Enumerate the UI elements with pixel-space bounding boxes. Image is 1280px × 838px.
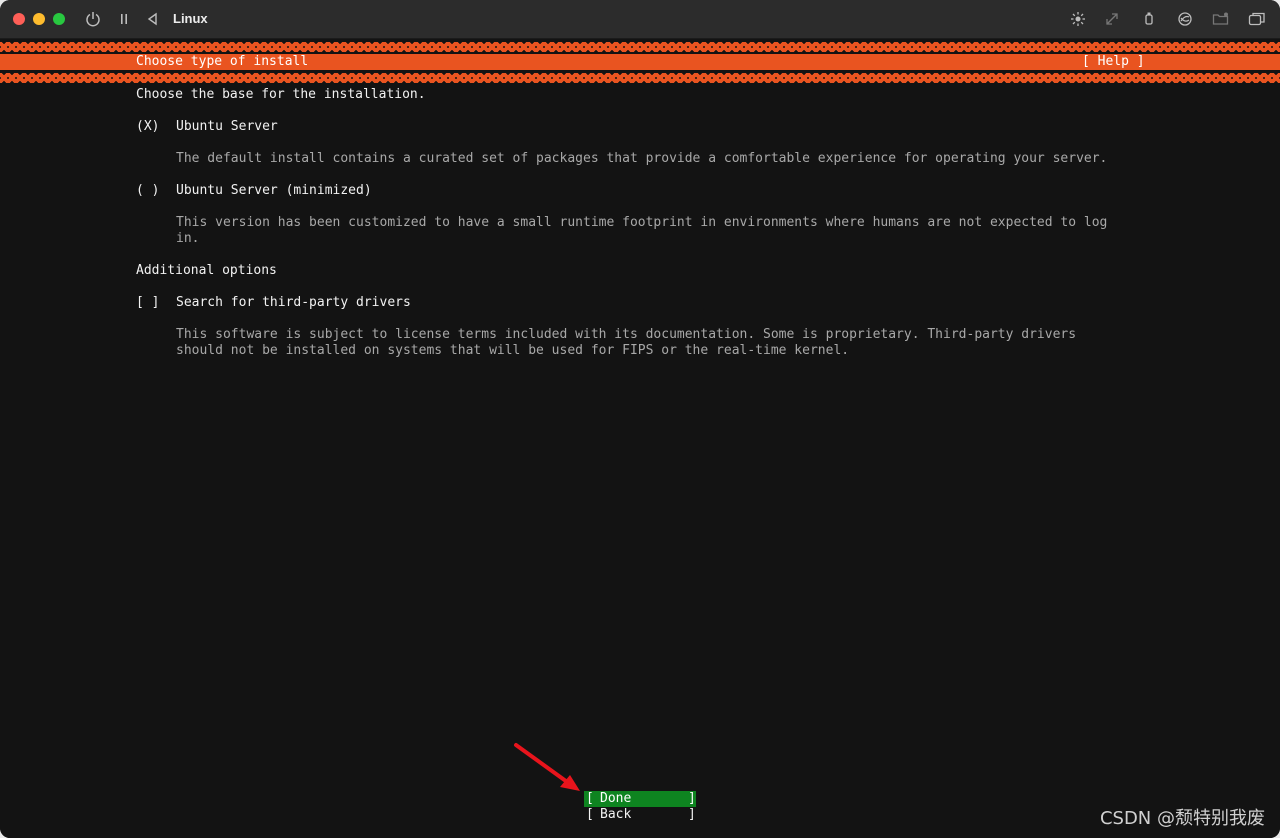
done-label: Done [600, 791, 632, 806]
radio-ubuntu-server[interactable]: (X) [136, 119, 159, 135]
option-label-ubuntu-server[interactable]: Ubuntu Server [176, 119, 278, 135]
done-button[interactable]: [ Done ] [584, 791, 696, 807]
power-icon[interactable] [82, 8, 104, 30]
title-bar: Linux [0, 0, 1280, 39]
resize-icon[interactable] [1101, 8, 1123, 30]
close-window-button[interactable] [13, 13, 25, 25]
checkbox-third-party-drivers[interactable]: [ ] [136, 295, 159, 311]
windows-icon[interactable] [1246, 8, 1268, 30]
window-title: Linux [173, 11, 208, 26]
installer-terminal: Choose type of install [ Help ] Choose t… [0, 39, 1280, 838]
option-description-minimized-line-1: This version has been customized to have… [176, 215, 1108, 230]
option-description-minimized-line-2: in. [176, 231, 200, 246]
maximize-window-button[interactable] [53, 13, 65, 25]
third-party-description-line-2: should not be installed on systems that … [176, 343, 850, 358]
back-right-bracket: ] [688, 807, 696, 822]
option-label-ubuntu-server-minimized[interactable]: Ubuntu Server (minimized) [176, 183, 372, 199]
top-diamond-border [0, 42, 1280, 52]
back-left-bracket: [ [586, 807, 594, 822]
additional-options-heading: Additional options [136, 263, 277, 278]
done-right-bracket: ] [688, 791, 696, 806]
brightness-icon[interactable] [1067, 8, 1089, 30]
watermark-text: CSDN @颓特别我废 [1099, 808, 1265, 829]
checkbox-label-third-party-drivers[interactable]: Search for third-party drivers [176, 295, 411, 311]
option-description-ubuntu-server: The default install contains a curated s… [176, 151, 1108, 166]
minimize-window-button[interactable] [33, 13, 45, 25]
back-label: Back [600, 807, 632, 822]
red-arrow-annotation-icon [514, 743, 580, 791]
network-icon[interactable] [1174, 8, 1196, 30]
intro-text: Choose the base for the installation. [136, 87, 426, 102]
shared-folder-icon[interactable] [1210, 8, 1232, 30]
help-button[interactable]: [ Help ] [1082, 54, 1145, 70]
vm-window: Linux Choose type of install [ Help ] Ch… [0, 0, 1280, 838]
third-party-description-line-1: This software is subject to license term… [176, 327, 1077, 342]
back-button[interactable]: [ Back ] [584, 807, 696, 823]
page-title: Choose type of install [136, 54, 309, 69]
back-triangle-icon[interactable] [142, 8, 164, 30]
radio-ubuntu-server-minimized[interactable]: ( ) [136, 183, 159, 199]
usb-icon[interactable] [1138, 8, 1160, 30]
pause-icon[interactable] [113, 8, 135, 30]
bottom-diamond-border [0, 73, 1280, 83]
done-left-bracket: [ [586, 791, 594, 806]
header-bar: Choose type of install [ Help ] [0, 54, 1280, 70]
